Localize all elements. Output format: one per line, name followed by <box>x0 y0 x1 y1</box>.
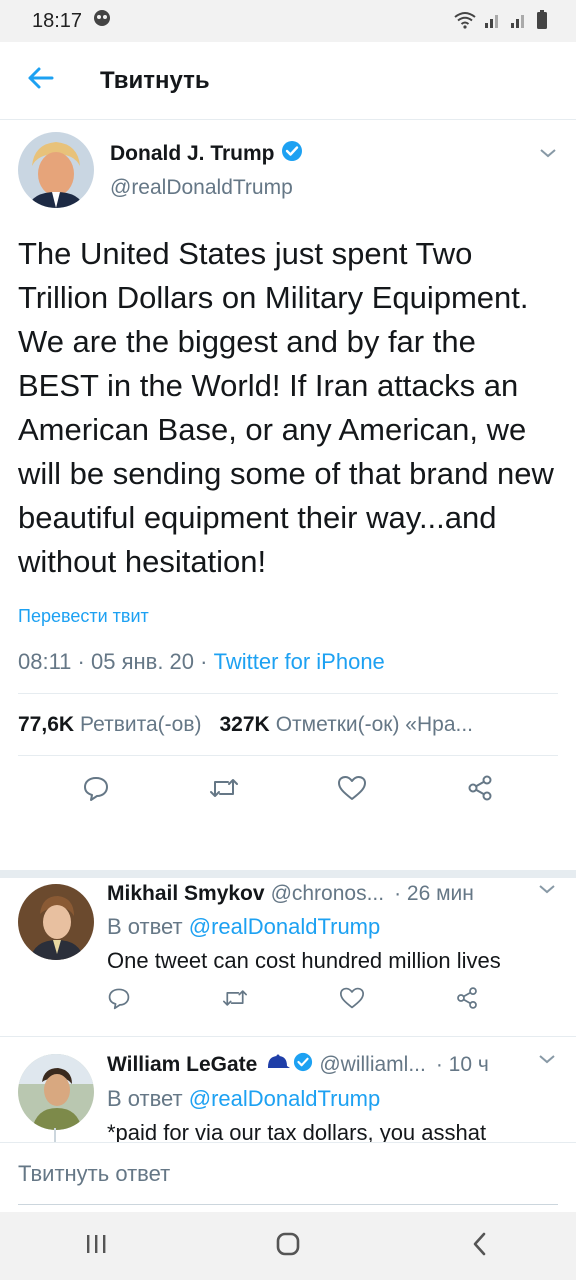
like-icon <box>337 774 367 807</box>
main-tweet: Donald J. Trump @realDonaldTrump The Uni… <box>0 120 576 824</box>
tweet-source[interactable]: Twitter for iPhone <box>214 649 385 674</box>
retweet-icon <box>208 774 240 807</box>
chevron-down-icon <box>537 883 557 900</box>
reply-to-prefix: В ответ <box>107 1086 183 1111</box>
retweets-label[interactable]: Ретвита(-ов) <box>80 713 201 737</box>
reply-compose-input[interactable]: Твитнуть ответ <box>18 1143 558 1205</box>
reply-author-name[interactable]: Mikhail Smykov <box>107 882 265 906</box>
meta-separator: · <box>200 649 214 674</box>
system-nav-bar <box>0 1212 576 1280</box>
reply-body: William LeGate @williaml... · 10 ч В отв… <box>107 1052 557 1142</box>
reply-header: William LeGate @williaml... · 10 ч <box>107 1052 557 1078</box>
battery-icon <box>536 9 548 33</box>
signal-icon <box>484 12 502 31</box>
tweet-actions <box>18 756 558 824</box>
app-header: Твитнуть <box>0 42 576 120</box>
reply-to-mention[interactable]: @realDonaldTrump <box>189 1086 380 1111</box>
author-name-row: Donald J. Trump <box>110 140 303 168</box>
reply-divider <box>0 1036 576 1037</box>
like-icon[interactable] <box>339 986 365 1015</box>
compose-bar: Твитнуть ответ <box>0 1142 576 1212</box>
status-time-group: 18:17 <box>32 8 112 34</box>
retweets-count[interactable]: 77,6K <box>18 713 74 737</box>
status-icons <box>454 9 548 33</box>
meta-separator: · <box>77 649 91 674</box>
chevron-down-icon <box>537 1053 557 1070</box>
system-back-button[interactable] <box>450 1216 510 1276</box>
likes-label[interactable]: Отметки(-ок) «Нра... <box>276 713 473 737</box>
reply-avatar[interactable] <box>18 1054 94 1130</box>
author-names: Donald J. Trump @realDonaldTrump <box>110 140 303 200</box>
reply-menu-button[interactable] <box>537 1052 557 1071</box>
author-handle[interactable]: @realDonaldTrump <box>110 176 303 200</box>
tweet-text: The United States just spent Two Trillio… <box>18 236 554 579</box>
verified-icon <box>281 140 303 168</box>
reply-text: *paid for via our tax dollars, you assha… <box>107 1120 487 1142</box>
reply-actions <box>107 986 557 1015</box>
translate-tweet-link[interactable]: Перевести твит <box>18 606 149 627</box>
author-avatar[interactable] <box>18 132 94 208</box>
recent-apps-icon <box>84 1233 108 1260</box>
reply-header: Mikhail Smykov @chronos... · 26 мин <box>107 882 557 906</box>
reply-menu-button[interactable] <box>537 882 557 901</box>
reply-text: One tweet can cost hundred million lives <box>107 948 501 973</box>
reply-author-handle[interactable]: @williaml... <box>319 1053 426 1077</box>
home-icon <box>275 1231 301 1262</box>
share-icon[interactable] <box>455 986 479 1015</box>
reply-author-handle[interactable]: @chronos... <box>271 882 385 906</box>
reply-item[interactable]: William LeGate @williaml... · 10 ч В отв… <box>0 1038 576 1142</box>
likes-count[interactable]: 327K <box>220 713 270 737</box>
share-button[interactable] <box>455 765 505 815</box>
reply-to-mention[interactable]: @realDonaldTrump <box>189 914 380 939</box>
notification-icon <box>92 8 112 34</box>
page-title: Твитнуть <box>100 66 210 94</box>
tweet-time: 08:11 <box>18 649 72 674</box>
tweet-author-row: Donald J. Trump @realDonaldTrump <box>18 120 558 220</box>
reply-button[interactable] <box>71 765 121 815</box>
reply-to-line: В ответ @realDonaldTrump <box>107 1086 557 1112</box>
reply-time: · 10 ч <box>435 1053 489 1076</box>
status-time: 18:17 <box>32 9 83 32</box>
author-name[interactable]: Donald J. Trump <box>110 142 275 166</box>
reply-icon[interactable] <box>107 986 131 1015</box>
share-icon <box>466 774 494 807</box>
tweet-date: 05 янв. 20 <box>91 649 195 674</box>
back-button[interactable] <box>10 51 70 111</box>
reply-icon <box>82 774 110 807</box>
tweet-stats: 77,6K Ретвита(-ов) 327K Отметки(-ок) «Нр… <box>18 694 558 756</box>
recent-apps-button[interactable] <box>66 1216 126 1276</box>
retweet-icon[interactable] <box>221 986 249 1015</box>
chevron-down-icon <box>538 147 558 164</box>
verified-icon <box>293 1052 313 1078</box>
home-button[interactable] <box>258 1216 318 1276</box>
reply-item[interactable]: Mikhail Smykov @chronos... · 26 мин В от… <box>0 868 576 1036</box>
reply-to-prefix: В ответ <box>107 914 183 939</box>
reply-time: · 26 мин <box>394 882 474 905</box>
tweet-menu-button[interactable] <box>538 146 558 165</box>
chevron-left-icon <box>470 1231 490 1262</box>
wifi-icon <box>454 11 476 32</box>
tweet-meta: 08:11 · 05 янв. 20 · Twitter for iPhone <box>18 649 558 694</box>
reply-to-line: В ответ @realDonaldTrump <box>107 914 557 940</box>
reply-body: Mikhail Smykov @chronos... · 26 мин В от… <box>107 882 557 1015</box>
retweet-button[interactable] <box>199 765 249 815</box>
reply-author-name[interactable]: William LeGate <box>107 1053 257 1077</box>
cap-emoji-icon <box>265 1052 291 1078</box>
back-arrow-icon <box>26 66 54 95</box>
signal-2-icon <box>510 12 528 31</box>
reply-avatar[interactable] <box>18 884 94 960</box>
like-button[interactable] <box>327 765 377 815</box>
status-bar: 18:17 <box>0 0 576 42</box>
